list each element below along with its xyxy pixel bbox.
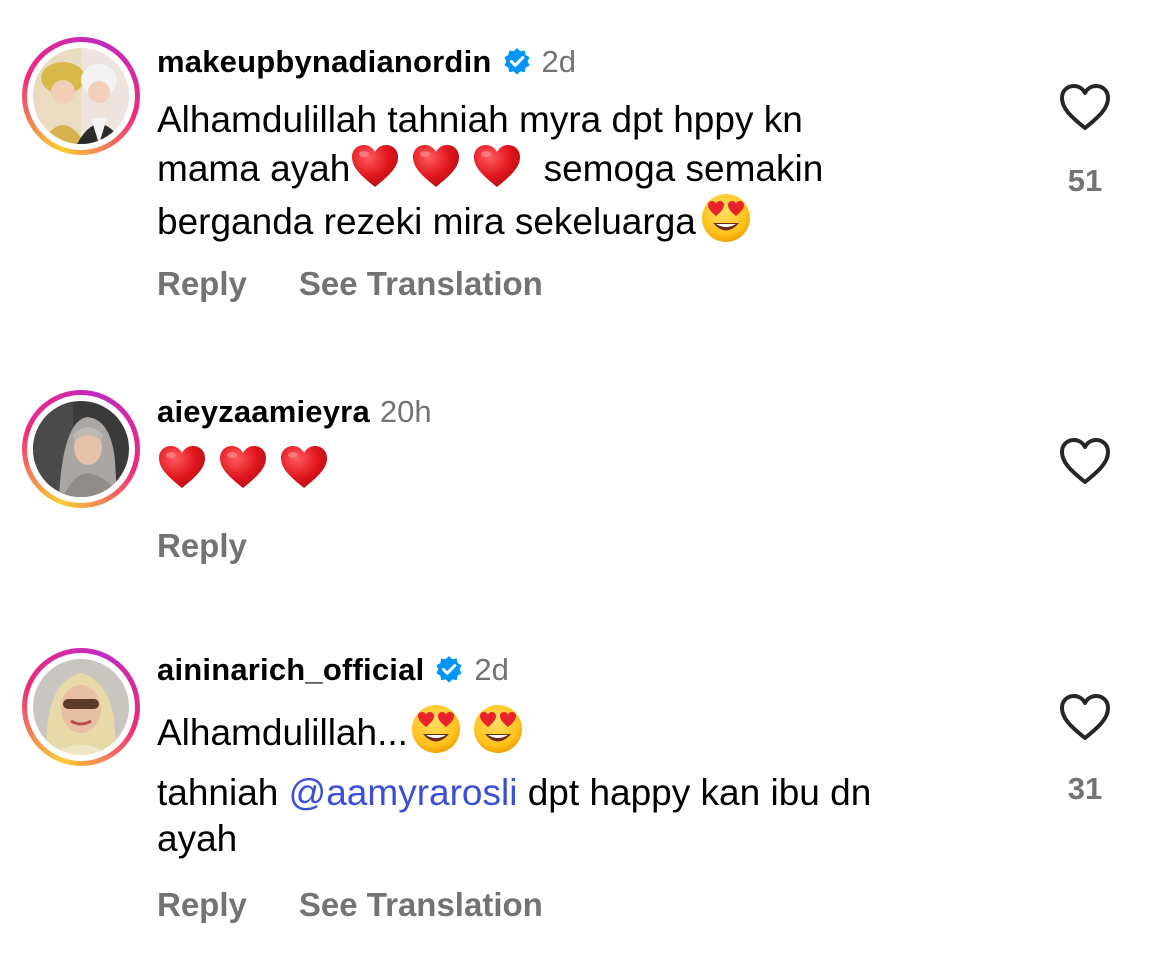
- heart-eyes-emoji: [700, 192, 752, 244]
- avatar-photo: [33, 48, 129, 144]
- verified-badge-icon: [502, 47, 532, 77]
- comment-actions: Reply: [157, 527, 299, 565]
- comment-actions: Reply See Translation: [157, 886, 595, 924]
- comment-header: makeupbynadianordin 2d: [157, 42, 576, 82]
- username[interactable]: aininarich_official: [157, 652, 424, 688]
- reply-button[interactable]: Reply: [157, 265, 247, 303]
- avatar[interactable]: [22, 37, 140, 155]
- heart-outline-icon[interactable]: [1058, 692, 1112, 742]
- red-heart-emoji: [279, 444, 329, 490]
- comment-line: berganda rezeki mira sekeluarga: [157, 192, 1017, 245]
- avatar[interactable]: [22, 390, 140, 508]
- comment-line: [157, 444, 1017, 493]
- comment-line-text: berganda rezeki mira sekeluarga: [157, 201, 696, 242]
- username[interactable]: aieyzaamieyra: [157, 394, 370, 430]
- red-heart-emoji: [157, 444, 207, 490]
- comment-line: Alhamdulillah tahniah myra dpt hppy kn: [157, 99, 803, 140]
- avatar-photo: [33, 659, 129, 755]
- timestamp: 2d: [474, 652, 509, 687]
- red-heart-emoji: [350, 143, 400, 189]
- heart-eyes-emoji: [410, 703, 462, 755]
- comment-line: tahniah @aamyrarosli dpt happy kan ibu d…: [157, 770, 1017, 816]
- red-heart-emoji: [472, 143, 522, 189]
- timestamp: 2d: [541, 44, 577, 79]
- red-heart-emoji: [218, 444, 268, 490]
- see-translation-button[interactable]: See Translation: [299, 265, 543, 303]
- heart-outline-icon[interactable]: [1058, 82, 1112, 132]
- see-translation-button[interactable]: See Translation: [299, 886, 543, 924]
- comment-line-text: Alhamdulillah...: [157, 712, 408, 753]
- heart-eyes-emoji: [472, 703, 524, 755]
- avatar[interactable]: [22, 648, 140, 766]
- timestamp: 20h: [379, 394, 432, 429]
- comment-line: Alhamdulillah...: [157, 703, 1017, 756]
- comment-line-text: tahniah: [157, 772, 279, 813]
- comment-line-text: semoga semakin: [543, 148, 824, 189]
- avatar-photo: [33, 401, 129, 497]
- verified-badge-icon: [434, 655, 464, 685]
- comment-text: Alhamdulillah tahniah myra dpt hppy kn m…: [157, 97, 1017, 245]
- like-count: 31: [1067, 771, 1103, 806]
- comment-text: [157, 444, 1017, 493]
- reply-button[interactable]: Reply: [157, 886, 247, 924]
- comment-text: Alhamdulillah... tahniah @aamyrarosli dp…: [157, 703, 1017, 862]
- heart-outline-icon[interactable]: [1058, 436, 1112, 486]
- comment-line-text: dpt happy kan ibu dn: [527, 772, 872, 813]
- reply-button[interactable]: Reply: [157, 527, 247, 565]
- mention-link[interactable]: @aamyrarosli: [289, 772, 518, 813]
- comment-actions: Reply See Translation: [157, 265, 595, 303]
- comment-header: aininarich_official 2d: [157, 650, 509, 690]
- comment-line: ayah: [157, 818, 238, 859]
- red-heart-emoji: [411, 143, 461, 189]
- comment-line-text: mama ayah: [157, 148, 351, 189]
- comment-header: aieyzaamieyra 20h: [157, 392, 432, 432]
- like-count: 51: [1067, 163, 1103, 198]
- comment-line: mama ayah semoga semakin: [157, 143, 1017, 192]
- username[interactable]: makeupbynadianordin: [157, 44, 492, 80]
